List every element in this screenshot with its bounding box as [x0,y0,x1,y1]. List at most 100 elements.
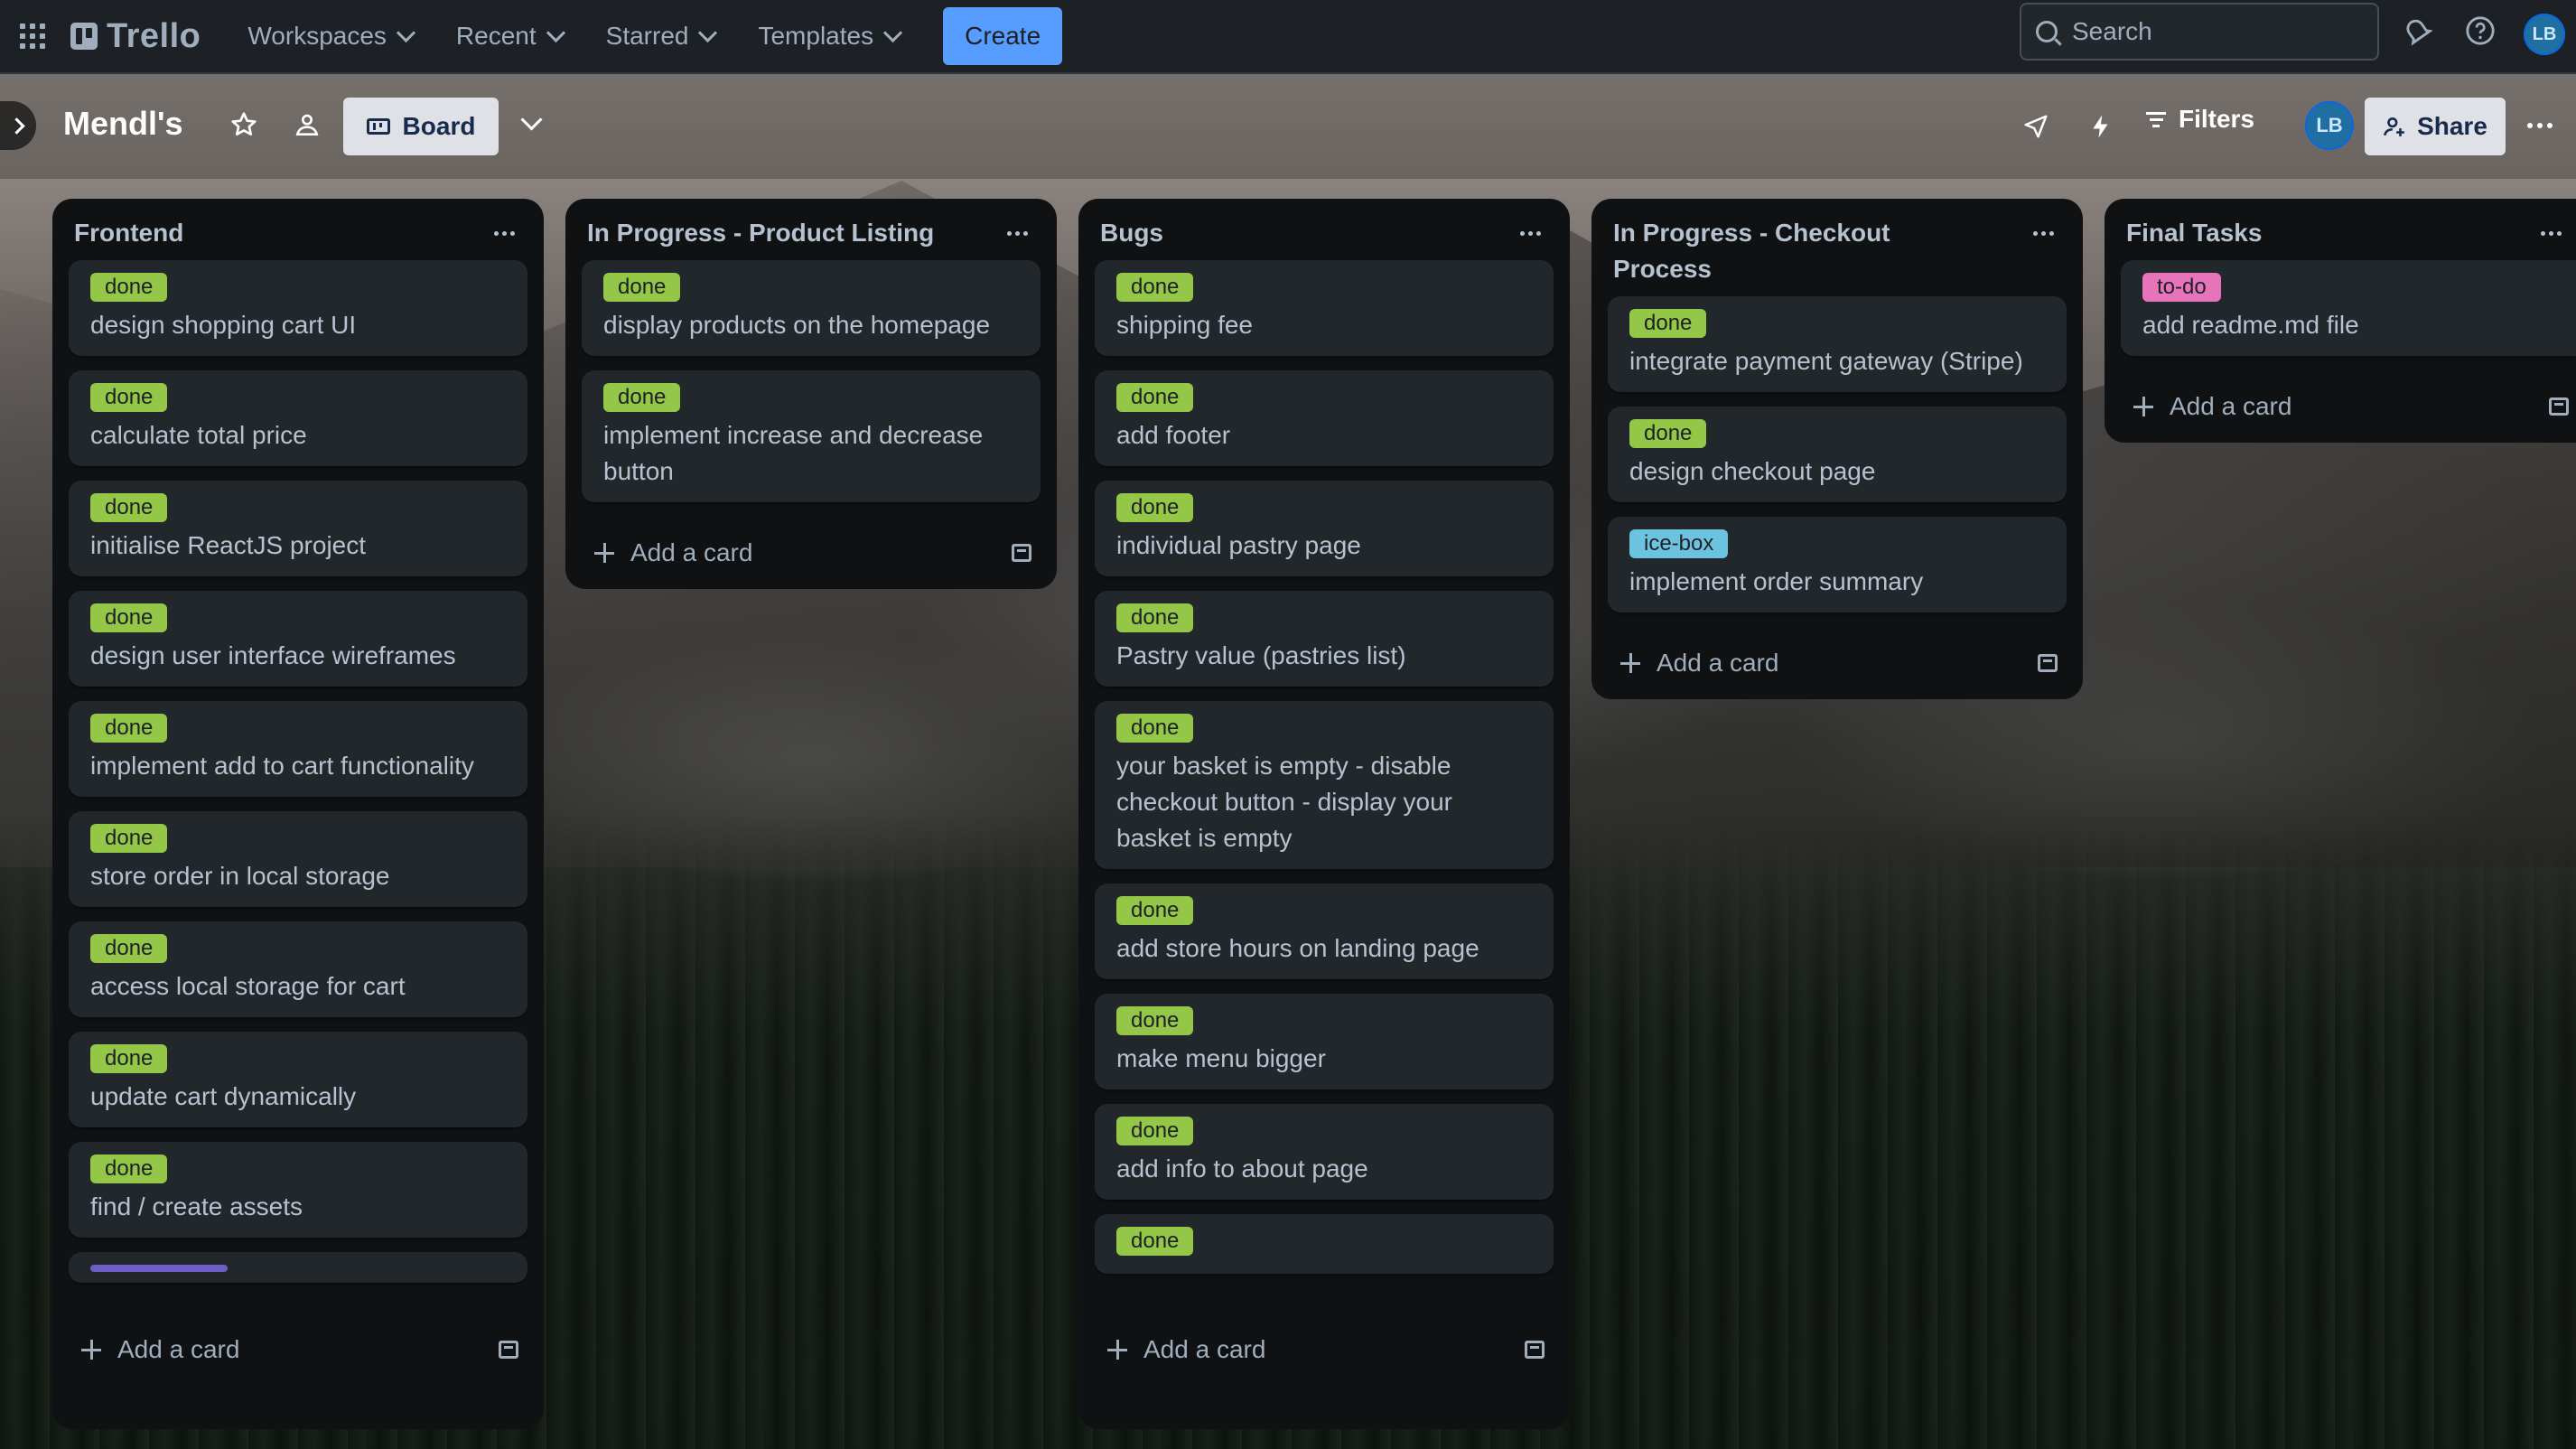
user-avatar[interactable]: LB [2524,14,2565,55]
card[interactable]: done calculate total price [69,370,527,466]
add-card-button[interactable]: Add a card [1107,1335,1265,1364]
power-ups-icon[interactable] [2018,108,2054,145]
list-title[interactable]: In Progress - Product Listing [587,215,948,251]
plus-icon [594,543,614,563]
card-partial[interactable] [69,1252,527,1283]
chevron-down-icon [396,23,416,42]
card[interactable]: done design checkout page [1608,407,2067,502]
card-title: initialise ReactJS project [90,531,367,559]
list-title[interactable]: Bugs [1100,215,1461,251]
card[interactable]: done access local storage for cart [69,921,527,1017]
chevron-down-icon [546,23,565,42]
list-menu-icon[interactable] [999,215,1035,251]
card-title: individual pastry page [1116,531,1361,559]
list-title[interactable]: Frontend [74,215,435,251]
card-label: done [90,934,168,963]
filter-icon [2146,111,2166,127]
add-card-button[interactable]: Add a card [594,538,752,567]
add-card-button[interactable]: Add a card [1620,649,1778,678]
card-label: done [90,1155,168,1183]
board-header: Mendl's Board Filters LB Share [0,74,2576,179]
card[interactable]: done implement increase and decrease butt… [582,370,1041,502]
card[interactable]: done Pastry value (pastries list) [1095,591,1554,687]
board-view-label: Board [402,112,476,140]
list-frontend: Frontend done design shopping cart UI don… [52,199,544,1429]
list-menu-icon[interactable] [486,215,522,251]
search-input[interactable] [2070,16,2363,47]
list-title[interactable]: Final Tasks [2126,215,2487,251]
card[interactable]: done shipping fee [1095,260,1554,356]
board-member-avatar[interactable]: LB [2305,101,2354,150]
card[interactable]: done individual pastry page [1095,481,1554,576]
nav-starred[interactable]: Starred [584,7,737,65]
card-label: to-do [2142,273,2221,302]
list-menu-icon[interactable] [2025,215,2061,251]
card[interactable]: done integrate payment gateway (Stripe) [1608,296,2067,392]
card-title: design shopping cart UI [90,311,357,339]
card-title: add info to about page [1116,1155,1368,1183]
card-title: your basket is empty - disable checkout … [1116,752,1452,852]
card[interactable]: done store order in local storage [69,811,527,907]
card-title: calculate total price [90,421,307,449]
card[interactable]: done design user interface wireframes [69,591,527,687]
card-title: find / create assets [90,1192,303,1220]
card-template-icon[interactable] [2549,397,2569,416]
trello-logo[interactable]: Trello [70,17,201,56]
nav-templates-label: Templates [758,22,874,50]
filters-button[interactable]: Filters [2146,105,2254,134]
add-card-button[interactable]: Add a card [2133,392,2291,421]
card[interactable]: to-do add readme.md file [2121,260,2576,356]
card-template-icon[interactable] [1012,544,1031,562]
card[interactable]: done your basket is empty - disable check… [1095,701,1554,869]
board-menu-icon[interactable] [2527,123,2553,128]
card-title: store order in local storage [90,862,390,890]
card-label: done [1116,1117,1194,1145]
card-template-icon[interactable] [499,1341,518,1359]
card-label: done [1116,383,1194,412]
card-label: done [1116,273,1194,302]
list-in-progress-checkout-process: In Progress - Checkout Process done integ… [1591,199,2083,699]
star-icon[interactable] [226,107,262,143]
list-menu-icon[interactable] [1512,215,1548,251]
automation-icon[interactable] [2083,108,2119,145]
list-title[interactable]: In Progress - Checkout Process [1613,215,1974,287]
card[interactable]: done find / create assets [69,1142,527,1238]
board-title[interactable]: Mendl's [63,105,183,143]
plus-icon [81,1340,101,1360]
add-card-button[interactable]: Add a card [81,1335,239,1364]
card[interactable]: done implement add to cart functionality [69,701,527,797]
sidebar-expand-button[interactable] [0,101,36,150]
card[interactable]: ice-box implement order summary [1608,517,2067,612]
nav-recent[interactable]: Recent [434,7,584,65]
chevron-down-icon [882,23,903,42]
share-button[interactable]: Share [2365,98,2506,155]
app-switcher-icon[interactable] [20,23,45,49]
nav-workspaces[interactable]: Workspaces [226,7,434,65]
card[interactable]: done add footer [1095,370,1554,466]
card[interactable]: done add info to about page [1095,1104,1554,1200]
card-label: done [603,273,681,302]
list-bugs: Bugs done shipping fee done add footer don… [1078,199,1570,1429]
card-template-icon[interactable] [1525,1341,1545,1359]
card-label [90,1265,228,1272]
list-menu-icon[interactable] [2533,215,2569,251]
card[interactable]: done design shopping cart UI [69,260,527,356]
card-template-icon[interactable] [2038,654,2058,672]
help-icon[interactable] [2462,13,2498,49]
view-switcher-chevron-icon[interactable] [520,108,543,131]
card[interactable]: done add store hours on landing page [1095,883,1554,979]
card-title: update cart dynamically [90,1082,357,1110]
card[interactable]: done [1095,1214,1554,1274]
card[interactable]: done display products on the homepage [582,260,1041,356]
share-label: Share [2417,112,2487,140]
board-view-button[interactable]: Board [343,98,499,155]
create-button[interactable]: Create [943,7,1063,65]
notifications-icon[interactable] [2399,13,2435,49]
workspace-visible-icon[interactable] [289,107,325,143]
card-label: done [90,824,168,853]
card[interactable]: done update cart dynamically [69,1032,527,1127]
card[interactable]: done make menu bigger [1095,994,1554,1089]
card[interactable]: done initialise ReactJS project [69,481,527,576]
nav-templates[interactable]: Templates [736,7,921,65]
search-box[interactable] [2020,3,2379,61]
